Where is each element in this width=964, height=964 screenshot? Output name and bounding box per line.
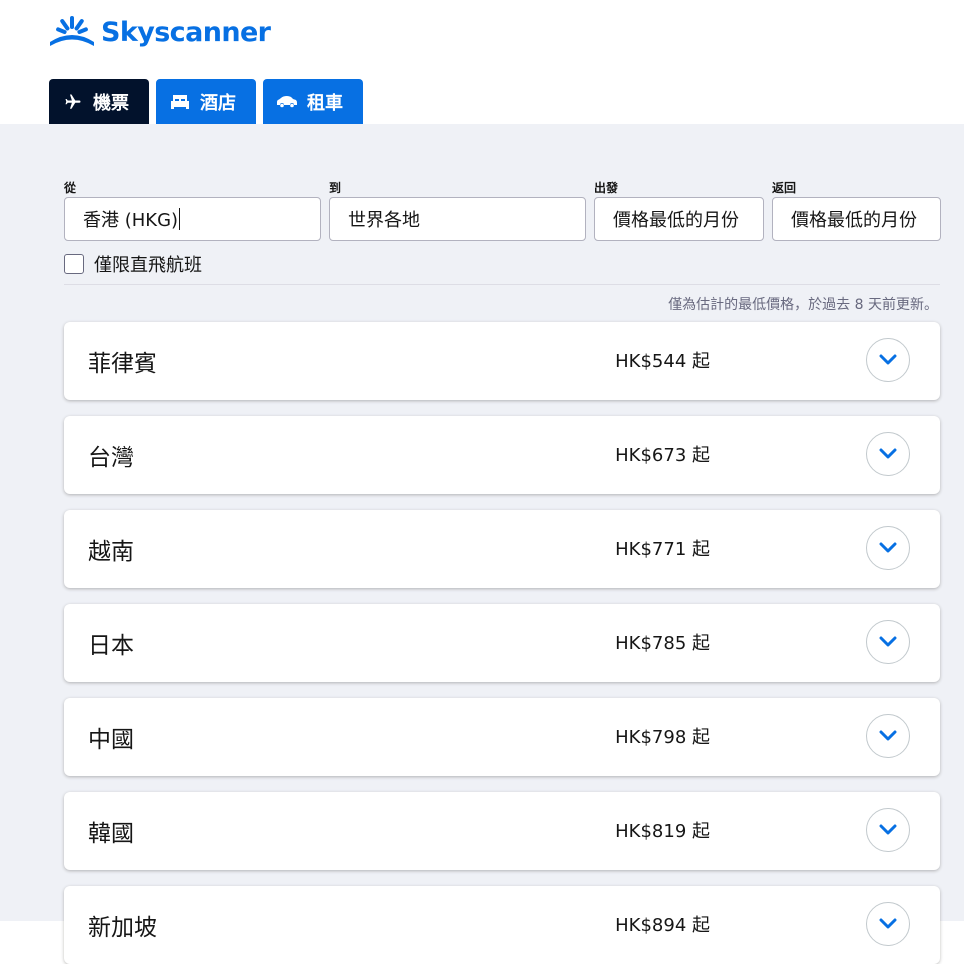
expand-button[interactable] (866, 902, 910, 946)
bed-icon (170, 92, 190, 112)
chevron-down-icon (879, 730, 897, 741)
destination-card[interactable]: 新加坡 HK$894 起 (64, 886, 940, 964)
destination-price: HK$819 起 (615, 821, 710, 842)
brand-name: Skyscanner (101, 16, 271, 48)
tab-flights[interactable]: 機票 (49, 79, 149, 124)
expand-button[interactable] (866, 620, 910, 664)
chevron-down-icon (879, 918, 897, 929)
destination-price: HK$785 起 (615, 633, 710, 654)
skyscanner-logo[interactable]: Skyscanner (49, 12, 271, 52)
destination-card[interactable]: 中國 HK$798 起 (64, 698, 940, 776)
car-icon (277, 92, 297, 112)
destination-card[interactable]: 菲律賓 HK$544 起 (64, 322, 940, 400)
expand-button[interactable] (866, 338, 910, 382)
chevron-down-icon (879, 354, 897, 365)
depart-date-input[interactable]: 價格最低的月份 (594, 197, 764, 241)
expand-button[interactable] (866, 808, 910, 852)
destination-name: 菲律賓 (88, 351, 157, 377)
destination-price: HK$798 起 (615, 727, 710, 748)
price-estimate-note: 僅為估計的最低價格，於過去 8 天前更新。 (668, 297, 938, 313)
expand-button[interactable] (866, 432, 910, 476)
tab-flights-label: 機票 (93, 92, 129, 114)
destination-price: HK$673 起 (615, 445, 710, 466)
return-label: 返回 (772, 181, 797, 195)
sunrise-logo-icon (50, 16, 94, 46)
from-label: 從 (64, 181, 77, 195)
search-panel: 從 香港 (HKG) 到 世界各地 出發 價格最低的月份 返回 價格最低的月份 … (0, 124, 964, 964)
destination-name: 台灣 (88, 445, 134, 471)
tab-hotels[interactable]: 酒店 (156, 79, 256, 124)
tab-hotels-label: 酒店 (200, 92, 236, 114)
chevron-down-icon (879, 824, 897, 835)
destination-price: HK$771 起 (615, 539, 710, 560)
destination-card[interactable]: 韓國 HK$819 起 (64, 792, 940, 870)
expand-button[interactable] (866, 714, 910, 758)
from-input[interactable]: 香港 (HKG) (64, 197, 321, 241)
airplane-icon (63, 92, 83, 112)
direct-flights-label: 僅限直飛航班 (94, 255, 202, 276)
destination-name: 韓國 (88, 821, 134, 847)
product-tabs: 機票 酒店 租車 (49, 79, 363, 124)
chevron-down-icon (879, 636, 897, 647)
return-value: 價格最低的月份 (791, 210, 917, 231)
destination-price: HK$894 起 (615, 915, 710, 936)
tab-cars[interactable]: 租車 (263, 79, 363, 124)
direct-flights-option[interactable]: 僅限直飛航班 (64, 253, 202, 276)
to-input[interactable]: 世界各地 (329, 197, 586, 241)
destination-price: HK$544 起 (615, 351, 710, 372)
to-value: 世界各地 (348, 210, 420, 231)
destination-card[interactable]: 台灣 HK$673 起 (64, 416, 940, 494)
from-value: 香港 (HKG) (83, 210, 179, 231)
depart-value: 價格最低的月份 (613, 210, 739, 231)
return-date-input[interactable]: 價格最低的月份 (772, 197, 941, 241)
to-label: 到 (329, 181, 342, 195)
depart-label: 出發 (594, 181, 619, 195)
destination-card[interactable]: 日本 HK$785 起 (64, 604, 940, 682)
header: Skyscanner 機票 酒店 租車 (0, 0, 964, 124)
direct-flights-checkbox[interactable] (64, 254, 84, 274)
chevron-down-icon (879, 448, 897, 459)
destination-name: 中國 (88, 727, 134, 753)
destination-name: 新加坡 (88, 915, 157, 941)
divider (64, 284, 940, 285)
text-cursor (179, 208, 181, 230)
destination-card[interactable]: 越南 HK$771 起 (64, 510, 940, 588)
destination-name: 越南 (88, 539, 134, 565)
tab-cars-label: 租車 (307, 92, 343, 114)
expand-button[interactable] (866, 526, 910, 570)
chevron-down-icon (879, 542, 897, 553)
destination-name: 日本 (88, 633, 134, 659)
